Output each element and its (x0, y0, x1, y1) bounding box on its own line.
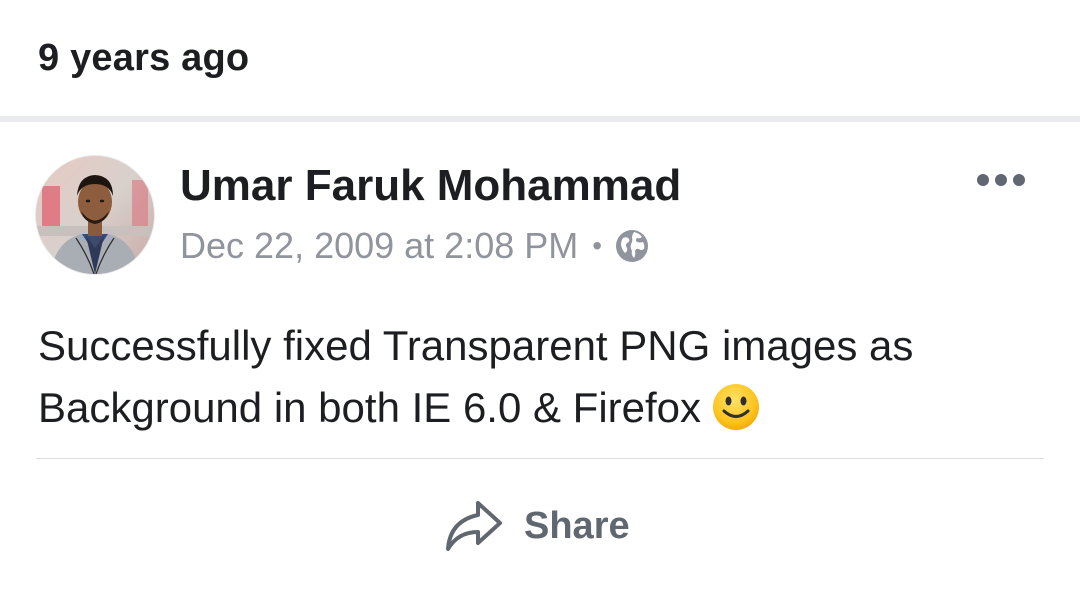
share-arrow-icon (440, 495, 506, 557)
avatar-photo (36, 156, 154, 274)
author-name[interactable]: Umar Faruk Mohammad (180, 160, 681, 212)
post-meta: Dec 22, 2009 at 2:08 PM • (180, 222, 650, 270)
meta-separator: • (592, 230, 603, 261)
post-text: Successfully fixed Transparent PNG image… (38, 322, 914, 431)
memory-header: 9 years ago (0, 0, 1080, 116)
post-card: Umar Faruk Mohammad Dec 22, 2009 at 2:08… (0, 122, 1080, 589)
share-button[interactable]: Share (440, 492, 630, 560)
smiling-face-emoji-icon (711, 382, 761, 432)
more-options-icon (977, 174, 989, 186)
memory-title: 9 years ago (38, 37, 250, 79)
footer-divider (36, 458, 1044, 459)
avatar[interactable] (36, 156, 154, 274)
share-label: Share (524, 505, 630, 547)
post-timestamp[interactable]: Dec 22, 2009 at 2:08 PM (180, 222, 578, 270)
post-body: Successfully fixed Transparent PNG image… (38, 315, 1048, 439)
globe-icon[interactable] (614, 228, 650, 264)
more-options-dot (995, 174, 1007, 186)
more-options-button[interactable] (966, 160, 1036, 200)
more-options-dot (1013, 174, 1025, 186)
